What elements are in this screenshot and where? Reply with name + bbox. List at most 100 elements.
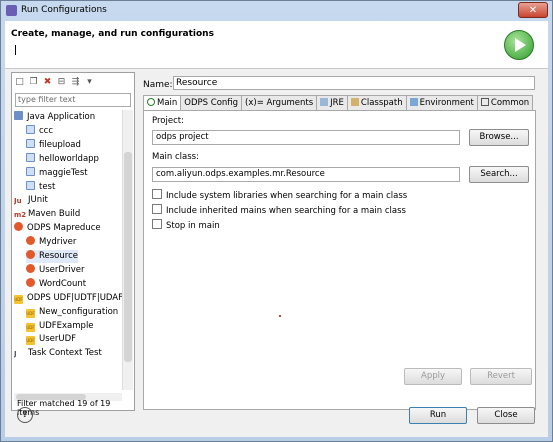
- checkbox-box[interactable]: [152, 219, 162, 229]
- maven-icon: m2: [14, 211, 27, 220]
- include-system-libraries-checkbox[interactable]: Include system libraries when searching …: [152, 189, 407, 201]
- tree-item-label: Maven Build: [28, 209, 81, 220]
- tab-main[interactable]: Main: [143, 95, 182, 111]
- title-bar: Run Configurations ✕: [1, 1, 552, 21]
- filter-input[interactable]: type filter text: [15, 93, 131, 107]
- udf-icon: UDF: [14, 294, 23, 304]
- revert-button[interactable]: Revert: [470, 368, 532, 385]
- dialog-header: Create, manage, and run configurations: [5, 21, 548, 69]
- tree-item-label: Mydriver: [39, 237, 77, 248]
- name-field[interactable]: Resource: [173, 76, 535, 90]
- configuration-editor: Name: Resource Main ODPS Config (x)= Arg…: [141, 72, 536, 411]
- tab-label: Main: [157, 98, 178, 108]
- tree-item[interactable]: WordCount: [26, 277, 86, 291]
- tree-item[interactable]: helloworldapp: [26, 152, 99, 166]
- tree-item[interactable]: maggieTest: [26, 166, 88, 180]
- tree-item-label: helloworldapp: [39, 153, 99, 164]
- tree-item[interactable]: UDF UDFExample: [26, 320, 94, 333]
- delete-icon[interactable]: ✖: [42, 77, 53, 88]
- tree-item[interactable]: test: [26, 180, 56, 194]
- tree-item-label: Resource: [39, 251, 78, 261]
- search-button[interactable]: Search...: [469, 166, 529, 183]
- stray-mark: [279, 315, 281, 317]
- junit-icon: Ju: [14, 197, 22, 206]
- common-icon: [480, 98, 489, 106]
- tab-classpath[interactable]: Classpath: [346, 95, 407, 110]
- scroll-thumb[interactable]: [124, 152, 132, 362]
- view-menu-chevron-icon[interactable]: ▾: [84, 77, 95, 88]
- run-configurations-window: Run Configurations ✕ Create, manage, and…: [0, 0, 553, 442]
- tree-vertical-scrollbar[interactable]: [122, 110, 133, 390]
- tree-item[interactable]: UDF New_configuration: [26, 306, 118, 319]
- checkbox-box[interactable]: [152, 204, 162, 214]
- tree-item-label: ODPS Mapreduce: [27, 223, 101, 234]
- tree-item-label: Task Context Test: [28, 348, 102, 359]
- browse-button[interactable]: Browse...: [469, 129, 529, 146]
- main-class-field[interactable]: com.aliyun.odps.examples.mr.Resource: [152, 167, 460, 182]
- tab-odps-config[interactable]: ODPS Config: [180, 95, 243, 110]
- filter-icon[interactable]: ⇶: [70, 77, 81, 88]
- java-app-icon: [14, 111, 23, 120]
- tab-arguments[interactable]: (x)= Arguments: [241, 95, 318, 110]
- project-field[interactable]: odps project: [152, 130, 460, 145]
- duplicate-icon[interactable]: ❐: [28, 77, 39, 88]
- tree-item-label: UserDriver: [39, 264, 85, 275]
- environment-icon: [409, 98, 418, 106]
- run-button[interactable]: Run: [409, 407, 467, 424]
- window-title: Run Configurations: [21, 5, 107, 15]
- udf-icon: UDF: [26, 336, 35, 346]
- config-icon: [26, 166, 35, 176]
- tree-toolbar: □ ❐ ✖ ⊟ ⇶ ▾: [14, 75, 95, 89]
- eclipse-icon: [6, 5, 17, 16]
- tree-item[interactable]: J Task Context Test: [14, 347, 102, 360]
- tree-item-label: UDFExample: [39, 320, 94, 331]
- tree-item[interactable]: m2 Maven Build: [14, 208, 80, 221]
- dialog-client-area: Create, manage, and run configurations □…: [5, 21, 548, 437]
- tree-item[interactable]: Mydriver: [26, 236, 76, 249]
- tree-item[interactable]: UDF ODPS UDF|UDTF|UDAF: [14, 292, 122, 305]
- tab-label: JRE: [330, 98, 344, 108]
- config-icon: [26, 180, 35, 190]
- project-label: Project:: [152, 116, 184, 126]
- filter-status: Filter matched 19 of 19 items: [17, 399, 111, 417]
- tab-label: Common: [490, 98, 530, 108]
- odps-icon: [26, 236, 35, 246]
- tree-item-label: maggieTest: [39, 167, 88, 178]
- udf-icon: UDF: [26, 308, 35, 318]
- help-icon[interactable]: ?: [17, 407, 33, 423]
- odps-icon: [14, 222, 23, 232]
- config-icon: [26, 124, 35, 134]
- tree-item[interactable]: Ju JUnit: [14, 194, 48, 207]
- tree-item[interactable]: Java Application: [14, 111, 95, 124]
- tree-item[interactable]: ccc: [26, 124, 53, 138]
- tree-item[interactable]: Resource: [26, 250, 78, 263]
- tree-item[interactable]: ODPS Mapreduce: [14, 222, 101, 235]
- config-tabs: Main ODPS Config (x)= Arguments JRE Clas…: [143, 95, 534, 111]
- tree-item[interactable]: UDF UserUDF: [26, 333, 76, 346]
- odps-icon: [26, 250, 35, 259]
- tree-item-label: New_configuration: [39, 306, 119, 317]
- main-tab-icon: [147, 98, 155, 106]
- window-close-button[interactable]: ✕: [518, 2, 548, 18]
- tree-item[interactable]: fileupload: [26, 138, 81, 152]
- name-label: Name:: [143, 80, 173, 90]
- new-config-icon[interactable]: □: [14, 77, 25, 88]
- tab-label: ODPS Config: [184, 98, 239, 108]
- stop-in-main-checkbox[interactable]: Stop in main: [152, 219, 220, 231]
- tab-jre[interactable]: JRE: [316, 95, 348, 110]
- tab-common[interactable]: Common: [476, 95, 534, 110]
- config-icon: [26, 138, 35, 148]
- tab-label: Classpath: [360, 98, 403, 108]
- close-button[interactable]: Close: [477, 407, 535, 424]
- main-tab-panel: Project: odps project Browse... Main cla…: [143, 110, 536, 410]
- apply-button[interactable]: Apply: [404, 368, 462, 385]
- tree-item[interactable]: UserDriver: [26, 263, 85, 277]
- odps-icon: [26, 277, 35, 287]
- tab-environment[interactable]: Environment: [405, 95, 478, 110]
- classpath-icon: [350, 98, 359, 106]
- checkbox-box[interactable]: [152, 189, 162, 199]
- tab-label: (x)= Arguments: [245, 98, 314, 108]
- tree-item-label: test: [39, 181, 56, 192]
- collapse-all-icon[interactable]: ⊟: [56, 77, 67, 88]
- include-inherited-mains-checkbox[interactable]: Include inherited mains when searching f…: [152, 204, 406, 216]
